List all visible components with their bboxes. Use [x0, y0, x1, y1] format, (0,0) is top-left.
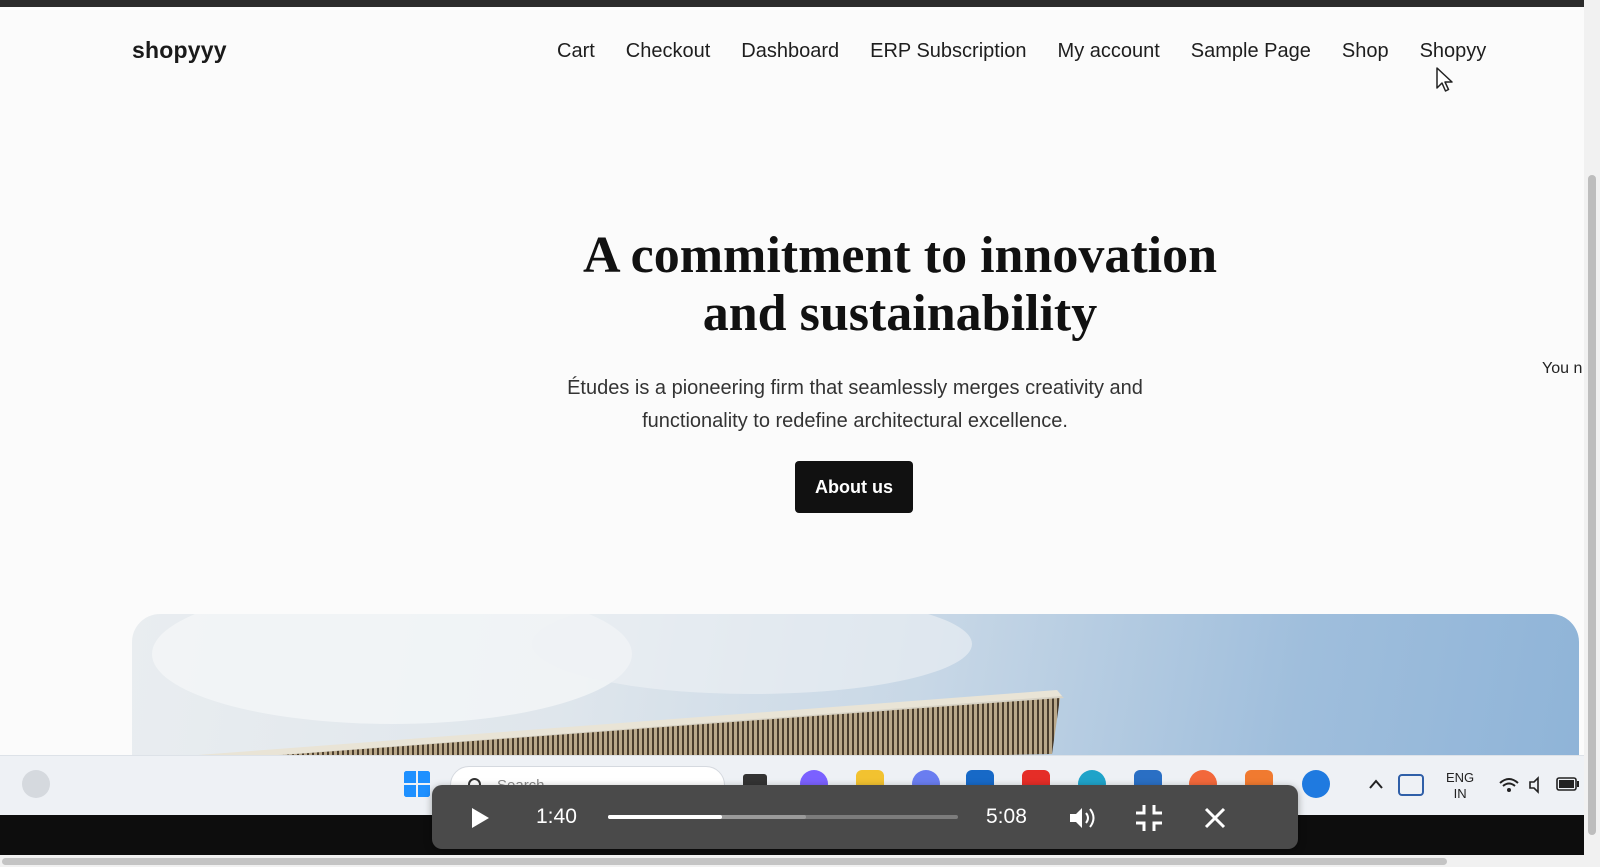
chevron-up-icon[interactable] [1368, 778, 1384, 790]
nav-link-my-account[interactable]: My account [1058, 40, 1160, 63]
vertical-scrollbar-thumb[interactable] [1588, 175, 1596, 835]
video-player-controls: 1:40 5:08 [432, 785, 1298, 849]
hero-description-line-2: functionality to redefine architectural … [642, 410, 1068, 432]
site-title[interactable]: shopyyy [132, 37, 227, 64]
hero-title-line-1: A commitment to innovation [582, 227, 1218, 284]
nav-link-erp-subscription[interactable]: ERP Subscription [870, 40, 1026, 63]
exit-fullscreen-icon[interactable] [1132, 801, 1166, 835]
main-navigation: Cart Checkout Dashboard ERP Subscription… [557, 40, 1486, 63]
play-icon[interactable] [462, 801, 496, 835]
nav-link-shopyy[interactable]: Shopyy [1420, 40, 1487, 63]
played-progress [608, 815, 722, 819]
hero-description: Études is a pioneering firm that seamles… [495, 372, 1215, 438]
nav-link-dashboard[interactable]: Dashboard [741, 40, 839, 63]
building-roof-illustration [152, 614, 1064, 755]
hero-title: A commitment to innovation and sustainab… [400, 227, 1400, 343]
horizontal-scrollbar[interactable] [0, 855, 1584, 867]
nav-link-cart[interactable]: Cart [557, 40, 595, 63]
volume-icon[interactable] [1528, 776, 1546, 794]
vertical-scrollbar[interactable] [1584, 0, 1600, 867]
video-progress-bar[interactable] [608, 815, 958, 819]
nav-link-checkout[interactable]: Checkout [626, 40, 711, 63]
region-code: IN [1453, 786, 1467, 801]
about-us-button[interactable]: About us [795, 461, 913, 513]
close-icon[interactable] [1198, 801, 1232, 835]
web-page: shopyyy Cart Checkout Dashboard ERP Subs… [0, 7, 1584, 755]
zoom-icon[interactable] [1302, 770, 1330, 798]
wifi-icon[interactable] [1498, 776, 1520, 794]
hero-description-line-1: Études is a pioneering firm that seamles… [567, 377, 1143, 399]
side-text-snippet: You n [1542, 360, 1583, 377]
total-time: 5:08 [986, 805, 1027, 828]
language-code: ENG [1446, 770, 1475, 785]
battery-icon[interactable] [1556, 777, 1580, 791]
current-time: 1:40 [536, 805, 577, 828]
weather-widget-icon[interactable] [22, 770, 50, 798]
nav-link-shop[interactable]: Shop [1342, 40, 1389, 63]
windows-start-icon[interactable] [403, 770, 431, 798]
nav-link-sample-page[interactable]: Sample Page [1191, 40, 1311, 63]
language-indicator[interactable]: ENG IN [1446, 770, 1474, 802]
hero-image [132, 614, 1579, 755]
volume-icon[interactable] [1066, 801, 1100, 835]
microphone-icon[interactable] [1398, 774, 1424, 796]
horizontal-scrollbar-thumb[interactable] [2, 858, 1447, 865]
mouse-cursor-icon [1436, 67, 1453, 92]
hero-title-line-2: and sustainability [702, 285, 1098, 342]
window-top-strip [0, 0, 1584, 7]
